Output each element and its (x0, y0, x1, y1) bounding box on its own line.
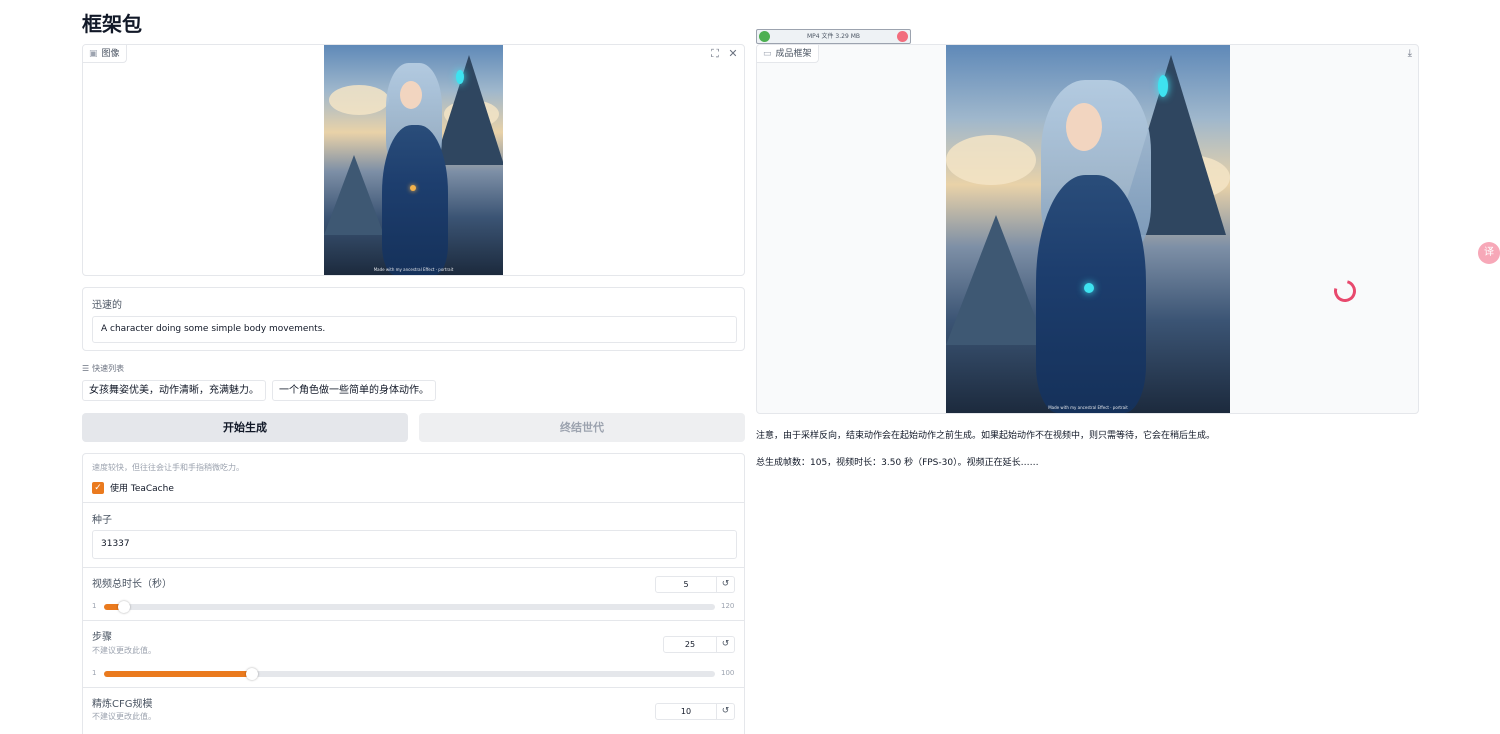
close-icon[interactable]: ✕ (726, 47, 740, 61)
quick-list-item[interactable]: 一个角色做一些简单的身体动作。 (272, 380, 436, 401)
video-panel-label: ▭ 成品框架 (757, 45, 819, 63)
reset-icon[interactable]: ↺ (717, 636, 735, 653)
reset-icon[interactable]: ↺ (717, 703, 735, 720)
output-video[interactable]: Made with my ancestral Effect · portrait (946, 45, 1230, 413)
list-icon: ☰ (82, 364, 90, 373)
quick-list-item[interactable]: 女孩舞姿优美，动作清晰，充满魅力。 (82, 380, 266, 401)
download-badge[interactable]: MP4 文件 3.29 MB (756, 29, 911, 44)
image-panel-label-text: 图像 (101, 48, 120, 59)
steps-hint: 不建议更改此值。 (92, 646, 156, 655)
prompt-block: 迅速的 A character doing some simple body m… (82, 287, 745, 351)
image-icon: ▣ (89, 48, 98, 59)
duration-label: 视频总时长（秒） (92, 579, 172, 590)
duration-max: 120 (721, 602, 735, 610)
output-video-panel[interactable]: ▭ 成品框架 ⤓ Made with my ancestral Effect ·… (756, 44, 1419, 414)
teacache-label: 使用 TeaCache (110, 484, 174, 494)
duration-number-input[interactable]: 5 (655, 576, 717, 593)
warning-note: 注意，由于采样反向，结束动作会在起始动作之前生成。如果起始动作不在视频中，则只需… (756, 431, 1216, 441)
start-generation-button[interactable]: 开始生成 (82, 413, 408, 442)
steps-max: 100 (721, 669, 735, 677)
translate-icon[interactable]: 译 (1478, 242, 1500, 264)
input-image: Made with my ancestral Effect · portrait (324, 45, 503, 275)
steps-label: 步骤 (92, 632, 112, 643)
download-icon[interactable]: ⤓ (1408, 48, 1412, 59)
generation-status: 总生成帧数：105，视频时长：3.50 秒（FPS-30）。视频正在延长…… (756, 458, 1039, 468)
steps-slider-thumb[interactable] (245, 668, 258, 680)
duration-slider[interactable] (104, 601, 715, 613)
cfg-label: 精炼CFG规模 (92, 699, 153, 710)
close-icon[interactable] (897, 31, 908, 42)
fullscreen-icon[interactable]: ⛶ (708, 47, 722, 61)
settings-panel: 速度较快，但往往会让手和手指稍微吃力。 ✓ 使用 TeaCache 种子 313… (82, 453, 745, 734)
image-tools: ⛶ ✕ (708, 47, 740, 61)
prompt-label: 迅速的 (92, 300, 122, 311)
cfg-number-input[interactable]: 10 (655, 703, 717, 720)
check-icon: ✓ (94, 483, 102, 493)
duration-min: 1 (92, 602, 97, 610)
status-dot-icon (759, 31, 770, 42)
loading-spinner-icon (1329, 275, 1361, 307)
input-image-caption: Made with my ancestral Effect · portrait (373, 267, 454, 272)
quick-list-label: ☰ 快速列表 (82, 363, 124, 374)
prompt-input[interactable]: A character doing some simple body movem… (92, 316, 737, 343)
download-badge-text: MP4 文件 3.29 MB (807, 33, 860, 40)
seed-input[interactable]: 31337 (92, 530, 737, 559)
output-video-caption: Made with my ancestral Effect · portrait (1048, 405, 1128, 410)
video-icon: ▭ (763, 48, 772, 59)
cfg-hint: 不建议更改此值。 (92, 712, 156, 721)
image-input-panel[interactable]: ▣ 图像 ⛶ ✕ Made with my ancestral Effect ·… (82, 44, 745, 276)
teacache-checkbox[interactable]: ✓ (92, 482, 104, 494)
quick-list-label-text: 快速列表 (92, 364, 125, 373)
end-generation-button[interactable]: 终结世代 (419, 413, 745, 442)
teacache-hint: 速度较快，但往往会让手和手指稍微吃力。 (92, 463, 244, 472)
steps-slider[interactable] (104, 668, 715, 680)
image-panel-label: ▣ 图像 (83, 45, 127, 63)
app-title: 框架包 (82, 12, 142, 36)
steps-min: 1 (92, 669, 97, 677)
seed-label: 种子 (92, 515, 112, 526)
duration-slider-thumb[interactable] (118, 601, 131, 613)
video-panel-label-text: 成品框架 (775, 48, 812, 59)
steps-number-input[interactable]: 25 (663, 636, 717, 653)
reset-icon[interactable]: ↺ (717, 576, 735, 593)
